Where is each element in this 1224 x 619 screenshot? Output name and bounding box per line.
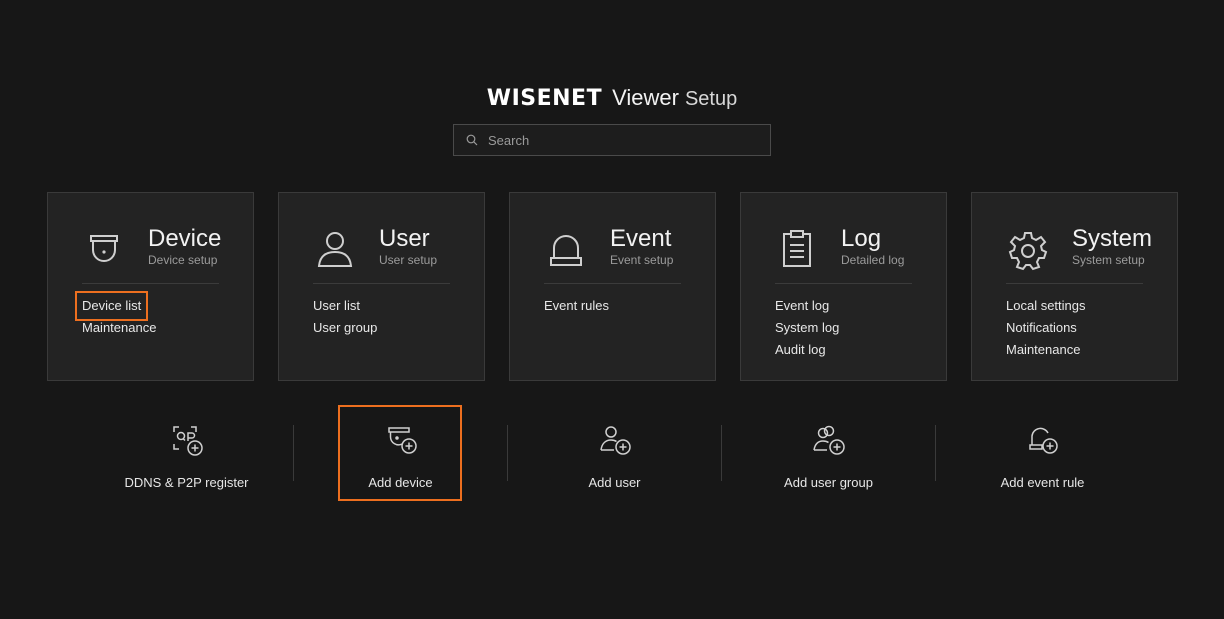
- bell-add-icon: [1028, 427, 1058, 454]
- wisenet-logo: WISENET: [486, 86, 603, 111]
- setup-page: WISENET Viewer Setup Device Device setu: [0, 0, 1224, 619]
- card-event: Event Event setup Event rules: [509, 192, 716, 381]
- link-audit-log[interactable]: Audit log: [775, 339, 839, 361]
- qr-add-icon: [172, 426, 203, 456]
- page-title-viewer: Viewer: [612, 85, 679, 110]
- search-box[interactable]: [453, 124, 771, 156]
- card-user: User User setup User list User group: [278, 192, 485, 381]
- link-device-maintenance[interactable]: Maintenance: [82, 317, 156, 339]
- link-event-rules[interactable]: Event rules: [544, 295, 609, 317]
- link-device-list[interactable]: Device list: [74, 291, 149, 321]
- action-label: DDNS & P2P register: [124, 475, 249, 490]
- clipboard-icon: [783, 230, 811, 267]
- gear-icon: [1008, 232, 1048, 271]
- link-user-group[interactable]: User group: [313, 317, 377, 339]
- link-event-log[interactable]: Event log: [775, 295, 839, 317]
- app-header: WISENET Viewer Setup: [0, 85, 1224, 115]
- card-header[interactable]: User User setup: [313, 223, 450, 284]
- card-title: User: [379, 225, 430, 252]
- action-label: Add user group: [784, 475, 873, 490]
- user-icon: [317, 232, 353, 267]
- card-header[interactable]: Log Detailed log: [775, 223, 912, 284]
- card-title: System: [1072, 225, 1153, 252]
- link-system-log[interactable]: System log: [775, 317, 839, 339]
- add-device-button[interactable]: Add device: [294, 405, 507, 501]
- action-label: Add device: [368, 475, 433, 490]
- ddns-p2p-register-button[interactable]: DDNS & P2P register: [80, 405, 293, 501]
- card-subtitle: Device setup: [148, 253, 218, 267]
- card-title: Device: [148, 225, 222, 252]
- user-add-icon: [599, 426, 631, 455]
- user-group-add-icon: [812, 425, 845, 455]
- add-user-button[interactable]: Add user: [508, 405, 721, 501]
- card-device: Device Device setup Device list Maintena…: [47, 192, 254, 381]
- card-header[interactable]: Device Device setup: [82, 223, 222, 284]
- action-label: Add event rule: [1000, 475, 1085, 490]
- add-user-group-button[interactable]: Add user group: [722, 405, 935, 501]
- link-local-settings[interactable]: Local settings: [1006, 295, 1086, 317]
- card-log: Log Detailed log Event log System log Au…: [740, 192, 947, 381]
- card-header[interactable]: Event Event setup: [544, 223, 681, 284]
- link-notifications[interactable]: Notifications: [1006, 317, 1086, 339]
- card-title: Event: [610, 225, 672, 252]
- add-event-rule-button[interactable]: Add event rule: [936, 405, 1149, 501]
- card-system: System System setup Local settings Notif…: [971, 192, 1178, 381]
- card-subtitle: Detailed log: [841, 253, 905, 267]
- card-subtitle: System setup: [1072, 253, 1145, 267]
- link-user-list[interactable]: User list: [313, 295, 377, 317]
- camera-icon: [90, 235, 118, 262]
- card-header[interactable]: System System setup: [1006, 223, 1152, 284]
- setup-cards: Device Device setup Device list Maintena…: [47, 192, 1178, 381]
- page-title-setup: Setup: [684, 88, 738, 110]
- quick-actions: DDNS & P2P register Add device Add user …: [80, 405, 1149, 501]
- link-system-maintenance[interactable]: Maintenance: [1006, 339, 1086, 361]
- search-icon: [466, 134, 478, 146]
- card-subtitle: User setup: [379, 253, 438, 267]
- camera-add-icon: [387, 427, 417, 454]
- action-label: Add user: [588, 475, 641, 490]
- card-subtitle: Event setup: [610, 253, 674, 267]
- bell-icon: [550, 235, 582, 266]
- card-title: Log: [841, 225, 882, 252]
- search-input[interactable]: [486, 131, 770, 149]
